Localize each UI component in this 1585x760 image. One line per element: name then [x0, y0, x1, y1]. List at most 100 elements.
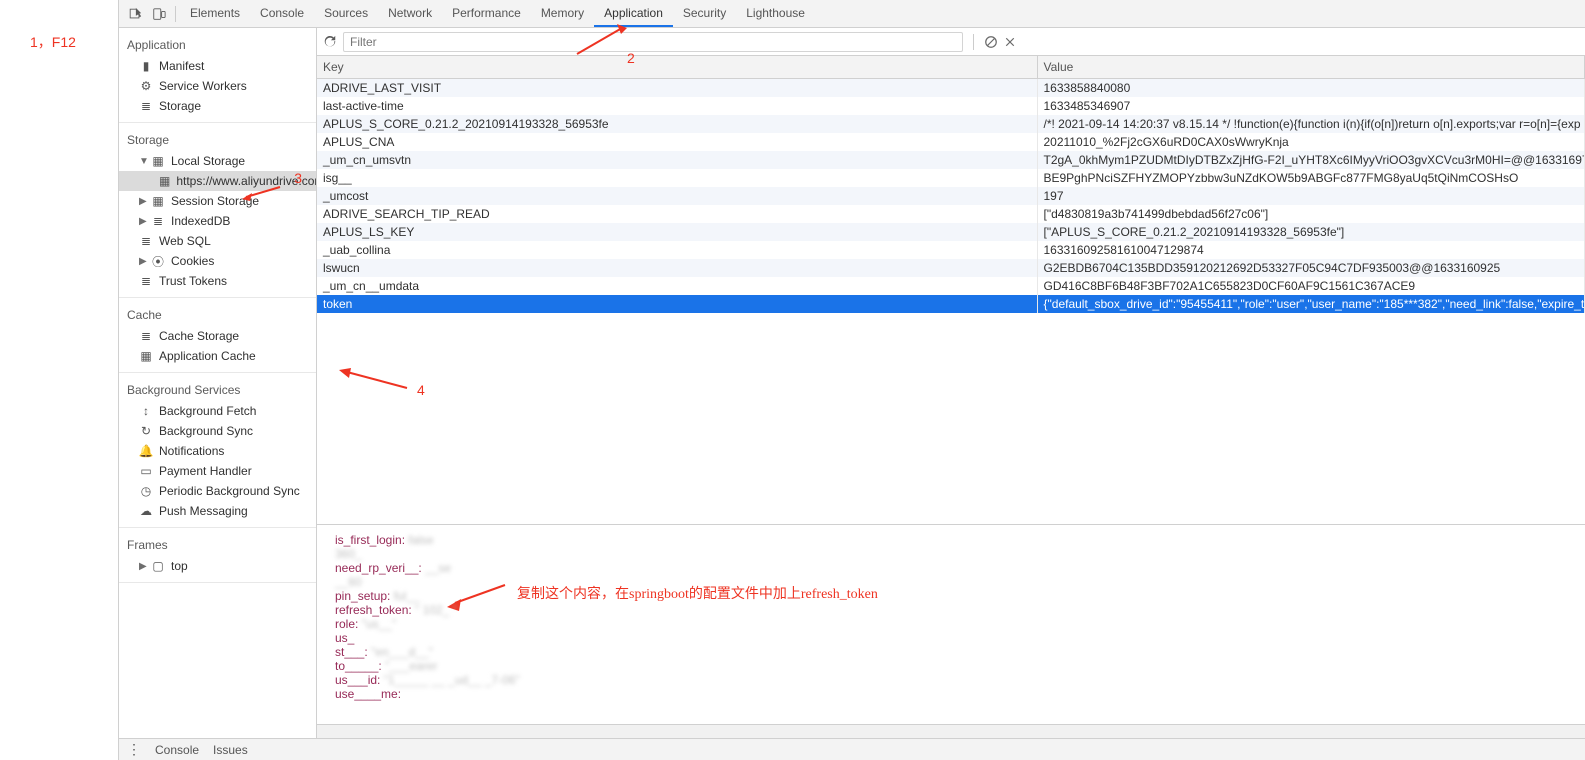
- clear-icon[interactable]: [984, 35, 998, 49]
- tab-elements[interactable]: Elements: [180, 0, 250, 27]
- sidebar-item-label: Service Workers: [159, 79, 247, 93]
- db-icon: ≣: [139, 274, 153, 288]
- table-row[interactable]: ADRIVE_SEARCH_TIP_READ["d4830819a3b74149…: [317, 205, 1585, 223]
- table-row[interactable]: token{"default_sbox_drive_id":"95455411"…: [317, 295, 1585, 313]
- drawer-tabs: ⋮ Console Issues: [119, 738, 1585, 760]
- cell-value: T2gA_0khMym1PZUDMtDIyDTBZxZjHfG-F2I_uYHT…: [1037, 151, 1585, 169]
- sidebar-item-payment-handler[interactable]: ▭Payment Handler: [119, 461, 316, 481]
- tab-application[interactable]: Application: [594, 0, 673, 27]
- sidebar-item-manifest[interactable]: ▮Manifest: [119, 56, 316, 76]
- table-row[interactable]: _umcost197: [317, 187, 1585, 205]
- sidebar-item-background-sync[interactable]: ↻Background Sync: [119, 421, 316, 441]
- cell-value: 163316092581610047129874: [1037, 241, 1585, 259]
- tree-toggle-icon[interactable]: ▶: [139, 256, 149, 267]
- table-row[interactable]: ADRIVE_LAST_VISIT1633858840080: [317, 79, 1585, 98]
- sidebar-item-trust-tokens[interactable]: ≣ Trust Tokens: [119, 271, 316, 291]
- inspect-icon[interactable]: [123, 7, 147, 21]
- sidebar-item-application-cache[interactable]: ▦ Application Cache: [119, 346, 316, 366]
- devtools-tabbar: ElementsConsoleSourcesNetworkPerformance…: [119, 0, 1585, 28]
- table-row[interactable]: APLUS_S_CORE_0.21.2_20210914193328_56953…: [317, 115, 1585, 133]
- sidebar-item-periodic-background-sync[interactable]: ◷Periodic Background Sync: [119, 481, 316, 501]
- grid-icon: ▦: [139, 349, 153, 363]
- sidebar-item-background-fetch[interactable]: ↕Background Fetch: [119, 401, 316, 421]
- sidebar-item-origin[interactable]: ▦https://www.aliyundrive.com: [119, 171, 316, 191]
- cell-value: 197: [1037, 187, 1585, 205]
- sidebar-section-title: Application: [119, 34, 316, 56]
- detail-line: st___: "en___d__": [335, 645, 1567, 659]
- table-row[interactable]: _um_cn_umsvtnT2gA_0khMym1PZUDMtDIyDTBZxZ…: [317, 151, 1585, 169]
- table-row[interactable]: isg__BE9PghPNciSZFHYZMOPYzbbw3uNZdKOW5b9…: [317, 169, 1585, 187]
- detail-line: refresh_token: " 102_ ": [335, 603, 1567, 617]
- tab-performance[interactable]: Performance: [442, 0, 531, 27]
- sidebar-item-label: Trust Tokens: [159, 274, 227, 288]
- tab-memory[interactable]: Memory: [531, 0, 594, 27]
- sidebar-item-notifications[interactable]: 🔔Notifications: [119, 441, 316, 461]
- cloud-icon: ☁: [139, 504, 153, 518]
- filter-input[interactable]: [343, 32, 963, 52]
- tab-console[interactable]: Console: [250, 0, 314, 27]
- gear-icon: ⚙: [139, 79, 153, 93]
- cell-value: ["d4830819a3b741499dbebdad56f27c06"]: [1037, 205, 1585, 223]
- drawer-tab-console[interactable]: Console: [155, 743, 199, 757]
- tree-toggle-icon[interactable]: ▼: [139, 156, 149, 167]
- sidebar-item-label: Payment Handler: [159, 464, 252, 478]
- sidebar-item-label: Web SQL: [159, 234, 211, 248]
- sidebar-item-local-storage[interactable]: ▼▦Local Storage: [119, 151, 316, 171]
- sidebar-section-title: Background Services: [119, 379, 316, 401]
- grid-icon: ▦: [151, 154, 165, 168]
- column-header-value[interactable]: Value: [1037, 56, 1585, 79]
- horizontal-scrollbar[interactable]: [317, 724, 1585, 738]
- column-header-key[interactable]: Key: [317, 56, 1037, 79]
- sidebar-item-label: Cookies: [171, 254, 214, 268]
- tab-security[interactable]: Security: [673, 0, 736, 27]
- drawer-menu-icon[interactable]: ⋮: [127, 741, 141, 758]
- annotation-2: 2: [627, 50, 635, 66]
- delete-icon[interactable]: [1004, 36, 1016, 48]
- sidebar-item-indexeddb[interactable]: ▶≣IndexedDB: [119, 211, 316, 231]
- sidebar-item-storage[interactable]: ≣Storage: [119, 96, 316, 116]
- tab-network[interactable]: Network: [378, 0, 442, 27]
- sidebar-item-session-storage[interactable]: ▶▦Session Storage: [119, 191, 316, 211]
- cell-key: APLUS_LS_KEY: [317, 223, 1037, 241]
- table-row[interactable]: _um_cn__umdataGD416C8BF6B48F3BF702A1C655…: [317, 277, 1585, 295]
- tree-toggle-icon[interactable]: ▶: [139, 196, 149, 207]
- sidebar-item-cache-storage[interactable]: ≣ Cache Storage: [119, 326, 316, 346]
- sidebar-item-cookies[interactable]: ▶⦿Cookies: [119, 251, 316, 271]
- sidebar-item-web-sql[interactable]: ≣ Web SQL: [119, 231, 316, 251]
- table-row[interactable]: APLUS_CNA20211010_%2Fj2cGX6uRD0CAX0sWwry…: [317, 133, 1585, 151]
- table-row[interactable]: last-active-time1633485346907: [317, 97, 1585, 115]
- cell-key: ADRIVE_SEARCH_TIP_READ: [317, 205, 1037, 223]
- table-row[interactable]: _uab_collina163316092581610047129874: [317, 241, 1585, 259]
- cell-value: {"default_sbox_drive_id":"95455411","rol…: [1037, 295, 1585, 313]
- device-icon[interactable]: [147, 7, 171, 21]
- db-icon: ≣: [151, 214, 165, 228]
- cell-value: ["APLUS_S_CORE_0.21.2_20210914193328_569…: [1037, 223, 1585, 241]
- table-row[interactable]: lswucnG2EBDB6704C135BDD359120212692D5332…: [317, 259, 1585, 277]
- frame-icon: ▢: [151, 559, 165, 573]
- sidebar-item-label: Notifications: [159, 444, 224, 458]
- sidebar-item-label: Background Fetch: [159, 404, 256, 418]
- sidebar-item-label: top: [171, 559, 188, 573]
- tree-toggle-icon[interactable]: ▶: [139, 216, 149, 227]
- cell-value: 20211010_%2Fj2cGX6uRD0CAX0sWwryKnja: [1037, 133, 1585, 151]
- tab-sources[interactable]: Sources: [314, 0, 378, 27]
- detail-line: us_: [335, 631, 1567, 645]
- drawer-tab-issues[interactable]: Issues: [213, 743, 248, 757]
- db-icon: ≣: [139, 234, 153, 248]
- sidebar-item-top[interactable]: ▶▢ top: [119, 556, 316, 576]
- db-icon: ≣: [139, 329, 153, 343]
- detail-line: is_first_login: false: [335, 533, 1567, 547]
- sidebar-item-label: Background Sync: [159, 424, 253, 438]
- sidebar-item-push-messaging[interactable]: ☁Push Messaging: [119, 501, 316, 521]
- sidebar-item-label: Cache Storage: [159, 329, 239, 343]
- tab-lighthouse[interactable]: Lighthouse: [736, 0, 815, 27]
- table-row[interactable]: APLUS_LS_KEY["APLUS_S_CORE_0.21.2_202109…: [317, 223, 1585, 241]
- sidebar-item-service-workers[interactable]: ⚙ Service Workers: [119, 76, 316, 96]
- refresh-icon[interactable]: [323, 35, 337, 49]
- clock-icon: ◷: [139, 484, 153, 498]
- cell-key: APLUS_CNA: [317, 133, 1037, 151]
- annotation-arrow-icon: [339, 366, 409, 392]
- annotation-5: 复制这个内容，在springboot的配置文件中加上refresh_token: [517, 583, 878, 603]
- tree-toggle-icon[interactable]: ▶: [139, 561, 149, 572]
- sidebar-item-label: Application Cache: [159, 349, 256, 363]
